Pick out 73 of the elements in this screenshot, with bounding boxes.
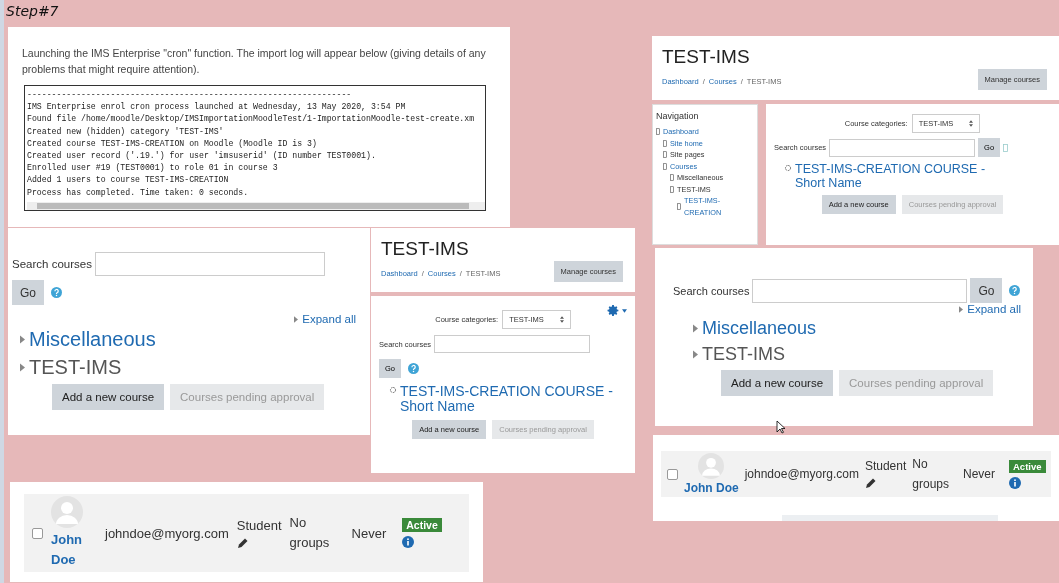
search-field[interactable]	[829, 138, 976, 157]
log-line: Created new (hidden) category 'TEST-IMS'	[27, 125, 225, 138]
search-label: Search courses	[12, 258, 92, 270]
add-course-button[interactable]: Add a new course	[52, 384, 165, 410]
node-icon	[670, 185, 674, 193]
gear-icon	[607, 304, 620, 317]
avatar-icon	[698, 453, 725, 479]
search-field[interactable]	[752, 278, 968, 303]
log-line: Found file /home/moodle/Desktop/IMSImportationMoodleTest/1-ImportationMoodle-test-create.xm	[27, 113, 476, 126]
search-label: Search courses	[673, 284, 750, 297]
expand-arrow-icon[interactable]	[20, 362, 25, 372]
add-course-button[interactable]: Add a new course	[721, 370, 834, 396]
email-text: johndoe@myorg.com	[744, 467, 859, 481]
search-field[interactable]	[94, 252, 325, 276]
horizontal-scrollbar[interactable]	[27, 201, 485, 210]
node-icon	[656, 128, 660, 136]
node-icon	[663, 162, 667, 170]
search-field[interactable]	[434, 335, 591, 353]
participant-name[interactable]: John Doe	[684, 481, 739, 495]
page-title: TEST-IMS	[381, 238, 470, 260]
course-icon	[389, 386, 397, 394]
role-text: Student	[864, 459, 907, 473]
go-button[interactable]: Go	[970, 278, 1003, 303]
navigation-title: Navigation	[656, 111, 700, 121]
pencil-icon[interactable]	[236, 536, 249, 549]
go-button[interactable]: Go	[12, 280, 44, 305]
course-link[interactable]: TEST-IMS-CREATION COURSE - Short Name	[795, 162, 994, 190]
participant-name[interactable]: John Doe	[51, 530, 97, 570]
page-title: TEST-IMS	[662, 46, 751, 68]
role-text: Student	[236, 517, 282, 533]
course-icon	[784, 164, 792, 172]
expand-all-link[interactable]: Expand all	[294, 313, 356, 325]
triangle-icon	[294, 315, 299, 323]
log-line: IMS Enterprise enrol cron process launched at Wednesday, 13 May 2020, 3:54 PM	[27, 101, 407, 114]
caret-icon	[622, 308, 627, 313]
last-access-text: Never	[351, 525, 387, 541]
pencil-icon[interactable]	[864, 477, 877, 489]
intro-text: Launching the IMS Enterprise "cron" function. The import log will appear below (giving details of any problems that might require attention).	[22, 46, 487, 77]
category-name[interactable]: TEST-IMS	[702, 341, 785, 367]
avatar-icon	[51, 496, 83, 528]
expand-arrow-icon[interactable]	[693, 349, 698, 359]
log-line: Process has completed. Time taken: 0 seconds.	[27, 186, 250, 199]
email-text: johndoe@myorg.com	[105, 525, 229, 541]
node-icon	[670, 174, 674, 182]
node-icon	[663, 139, 667, 147]
expand-arrow-icon[interactable]	[20, 334, 25, 344]
select-arrows-icon	[969, 120, 974, 127]
select-checkbox[interactable]	[32, 527, 43, 539]
log-line: Created course TEST-IMS-CREATION on Moodle (Moodle ID is 3)	[27, 137, 318, 150]
last-access-text: Never	[962, 467, 995, 481]
step-caption: Step#7	[6, 3, 59, 19]
expand-all-link[interactable]: Expand all	[959, 303, 1021, 315]
category-name[interactable]: Miscellaneous	[29, 325, 156, 353]
log-line: Added 1 users to course TEST-IMS-CREATION	[27, 174, 230, 187]
node-icon	[663, 151, 667, 159]
status-badge: Active	[402, 518, 442, 532]
settings-menu[interactable]	[607, 304, 627, 317]
log-line: Enrolled user #19 (TEST0001) to role 01 in course 3	[27, 162, 279, 175]
info-icon[interactable]	[1009, 476, 1021, 489]
select-arrows-icon	[559, 316, 564, 323]
groups-text: No groups	[289, 514, 331, 552]
select-checkbox[interactable]	[667, 468, 678, 480]
status-badge: Active	[1009, 459, 1046, 473]
category-name[interactable]: TEST-IMS	[29, 353, 122, 381]
expand-arrow-icon[interactable]	[693, 323, 698, 333]
info-icon[interactable]	[402, 536, 415, 548]
triangle-icon	[959, 305, 964, 313]
groups-text: No groups	[912, 456, 949, 493]
node-icon	[677, 203, 681, 210]
category-name[interactable]: Miscellaneous	[702, 315, 817, 341]
course-link[interactable]: TEST-IMS-CREATION COURSE - Short Name	[400, 384, 627, 414]
log-line: ------------------------------------------------------------------	[27, 89, 353, 101]
log-line: Created user record ('.19.') for user 'imsuserid' (ID number TEST0001).	[27, 150, 377, 162]
